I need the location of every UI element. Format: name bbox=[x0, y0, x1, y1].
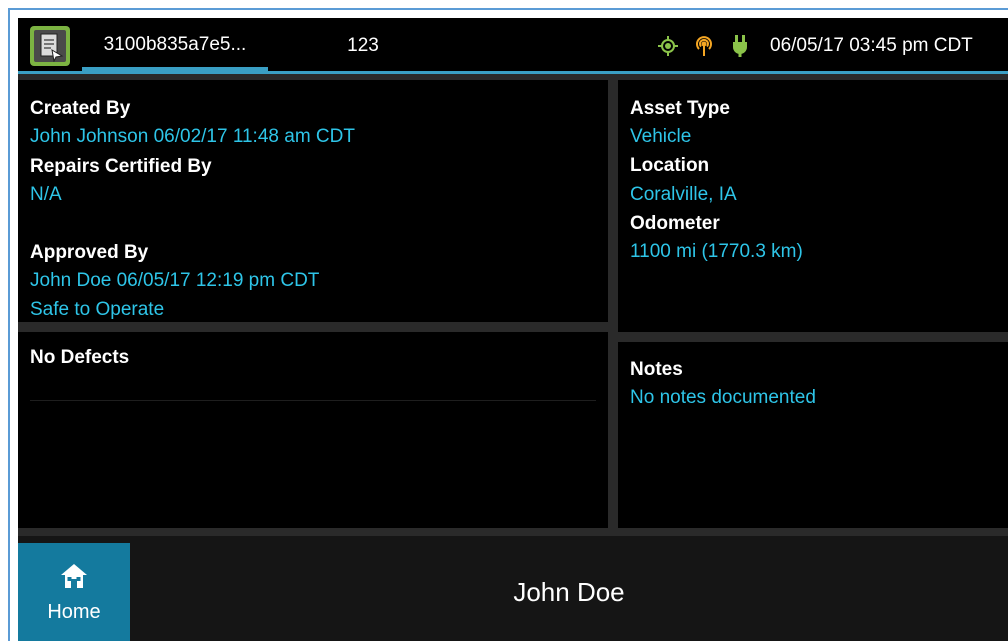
clipboard-icon bbox=[40, 33, 64, 63]
defects-title: No Defects bbox=[30, 347, 130, 368]
created-by-label: Created By bbox=[30, 98, 131, 119]
driver-name: John Doe bbox=[513, 577, 625, 607]
location-value: Coralville, IA bbox=[630, 184, 737, 205]
notes-panel: Notes No notes documented bbox=[618, 342, 1008, 528]
tab-vehicle-number[interactable]: 123 bbox=[318, 18, 408, 71]
asset-type-value: Vehicle bbox=[630, 126, 692, 147]
defects-panel: No Defects bbox=[18, 332, 608, 528]
repairs-certified-label: Repairs Certified By bbox=[30, 156, 212, 177]
odometer-label: Odometer bbox=[630, 213, 720, 234]
notes-value: No notes documented bbox=[630, 387, 816, 408]
home-icon bbox=[61, 564, 87, 588]
gps-locator-icon bbox=[656, 34, 680, 58]
odometer-value: 1100 mi (1770.3 km) bbox=[630, 241, 803, 262]
home-button[interactable]: Home bbox=[18, 543, 130, 641]
created-by-value: John Johnson 06/02/17 11:48 am CDT bbox=[30, 126, 355, 147]
bottom-bar: Home John Doe bbox=[18, 536, 1008, 641]
app-icon-inner bbox=[34, 30, 66, 63]
approved-by-value: John Doe 06/05/17 12:19 pm CDT bbox=[30, 270, 320, 291]
device-screen: 3100b835a7e5... 123 06/05/17 03:45 pm CD… bbox=[18, 18, 1008, 641]
inspection-app-icon[interactable] bbox=[30, 26, 70, 66]
asset-type-label: Asset Type bbox=[630, 98, 730, 119]
location-label: Location bbox=[630, 155, 710, 176]
home-label: Home bbox=[47, 601, 101, 623]
top-bar: 3100b835a7e5... 123 06/05/17 03:45 pm CD… bbox=[18, 18, 1008, 74]
approvals-panel: Created By John Johnson 06/02/17 11:48 a… bbox=[18, 80, 608, 322]
approved-by-label: Approved By bbox=[30, 242, 149, 263]
inspection-status-value: Safe to Operate bbox=[30, 299, 165, 320]
current-datetime: 06/05/17 03:45 pm CDT bbox=[770, 35, 973, 56]
notes-title: Notes bbox=[630, 359, 683, 380]
defects-divider bbox=[30, 400, 596, 401]
signal-icon bbox=[692, 34, 716, 58]
power-plug-icon bbox=[728, 34, 752, 58]
asset-panel: Asset Type Vehicle Location Coralville, … bbox=[618, 80, 1008, 332]
repairs-certified-value: N/A bbox=[30, 184, 62, 205]
tab-inspection-id[interactable]: 3100b835a7e5... bbox=[82, 18, 268, 71]
